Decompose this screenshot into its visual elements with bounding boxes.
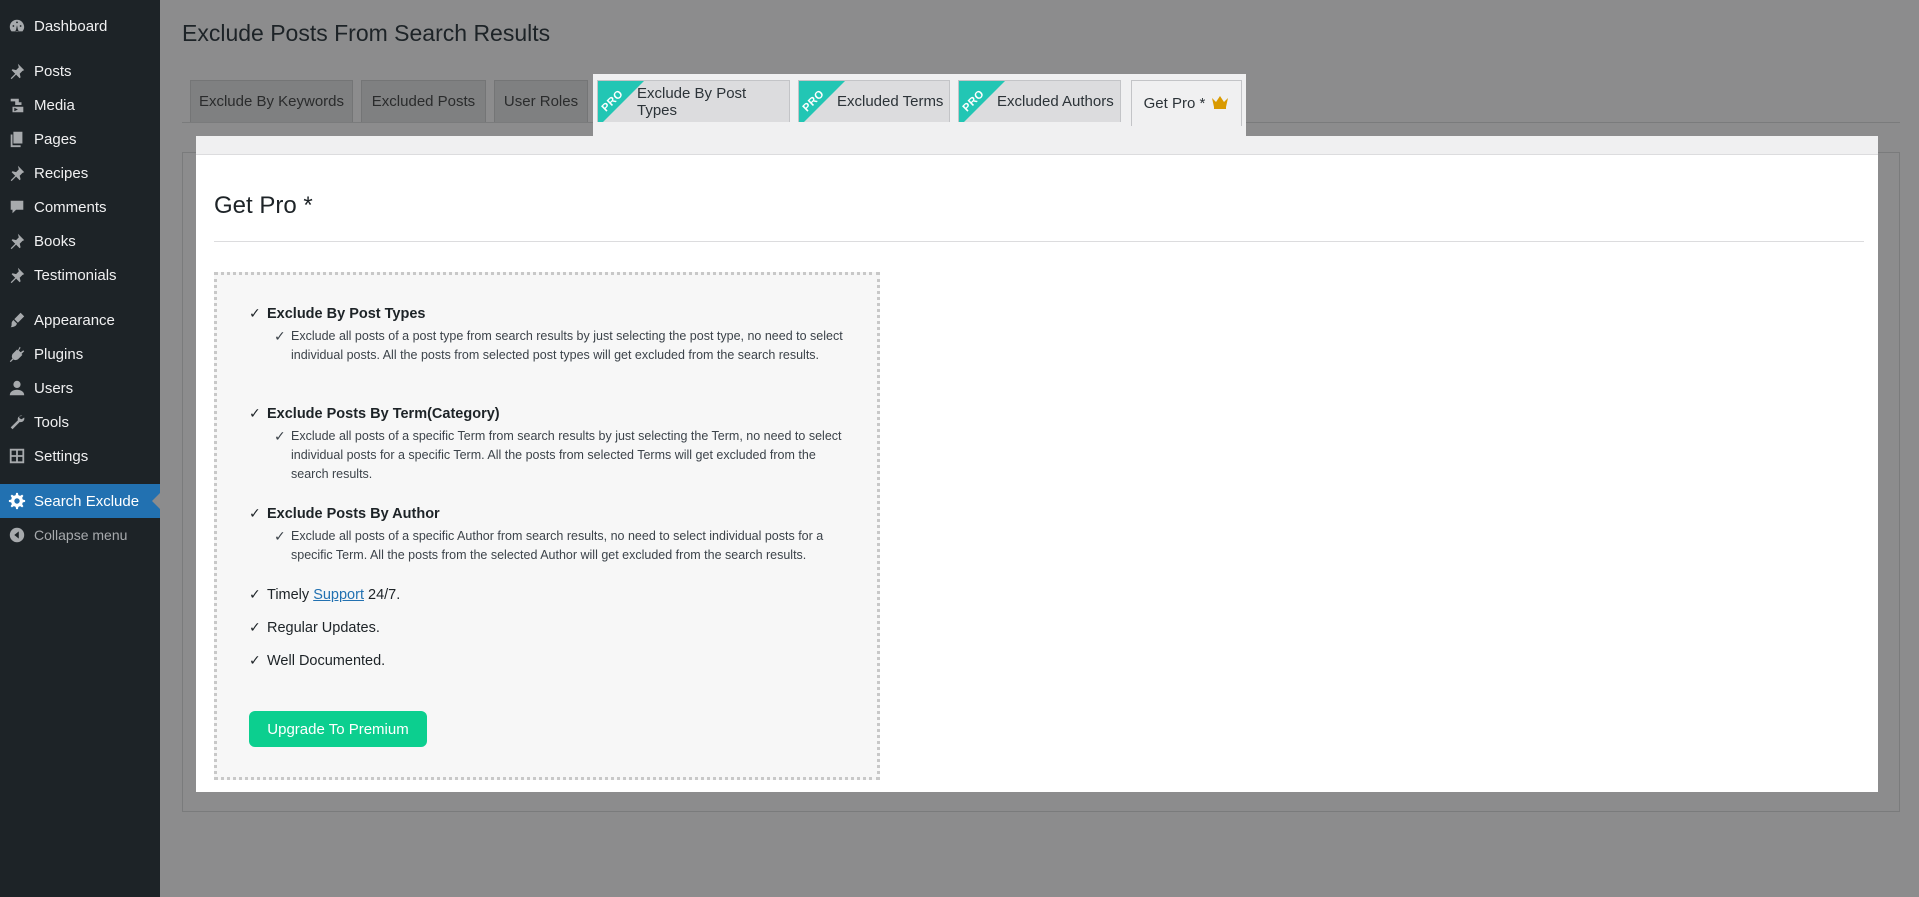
support-link[interactable]: Support — [313, 587, 364, 603]
check-icon: ✓ — [274, 528, 286, 544]
sidebar-item-label: Books — [34, 232, 76, 250]
tab-exclude-by-post-types[interactable]: PRO Exclude By Post Types — [597, 80, 790, 122]
panel-top-strip — [196, 136, 1878, 155]
sidebar-item-label: Comments — [34, 198, 107, 216]
tab-excluded-posts[interactable]: Excluded Posts — [361, 80, 486, 122]
sidebar-item-label: Appearance — [34, 311, 115, 329]
brush-icon — [0, 311, 34, 329]
feature-author-desc: ✓ Exclude all posts of a specific Author… — [274, 527, 854, 565]
panel-divider — [214, 241, 1864, 242]
feature-desc-text: Exclude all posts of a specific Term fro… — [291, 429, 842, 481]
check-icon: ✓ — [249, 652, 261, 668]
user-icon — [0, 379, 34, 397]
panel-title: Get Pro * — [214, 192, 313, 219]
tab-label: Exclude By Keywords — [198, 93, 345, 110]
sidebar-item-comments[interactable]: Comments — [0, 190, 160, 224]
feature-updates: ✓ Regular Updates. — [249, 619, 380, 636]
check-icon: ✓ — [249, 405, 261, 421]
sidebar-item-label: Dashboard — [34, 17, 108, 35]
page-title: Exclude Posts From Search Results — [182, 20, 551, 46]
feature-author: ✓ Exclude Posts By Author — [249, 505, 440, 522]
collapse-menu-label: Collapse menu — [34, 527, 128, 543]
pro-tabs-group: PRO Exclude By Post Types PRO Excluded T… — [593, 74, 1246, 136]
tab-excluded-terms[interactable]: PRO Excluded Terms — [798, 80, 950, 122]
collapse-menu-button[interactable]: Collapse menu — [0, 518, 160, 552]
tab-label: Excluded Authors — [997, 93, 1114, 110]
feature-support: ✓ Timely Support 24/7. — [249, 586, 400, 603]
sidebar-item-media[interactable]: Media — [0, 88, 160, 122]
collapse-icon — [0, 526, 34, 544]
feature-term: ✓ Exclude Posts By Term(Category) — [249, 405, 500, 422]
gear-icon — [0, 492, 34, 510]
sidebar-item-settings[interactable]: Settings — [0, 439, 160, 473]
tab-excluded-authors[interactable]: PRO Excluded Authors — [958, 80, 1121, 122]
feature-documented: ✓ Well Documented. — [249, 652, 385, 669]
pin-icon — [0, 232, 34, 250]
check-icon: ✓ — [274, 328, 286, 344]
feature-title: Exclude By Post Types — [267, 306, 426, 322]
sidebar-item-label: Pages — [34, 130, 77, 148]
tab-label: Exclude By Post Types — [637, 84, 747, 119]
feature-title: Exclude Posts By Author — [267, 506, 440, 522]
sidebar-item-label: Posts — [34, 62, 72, 80]
sidebar-item-dashboard[interactable]: Dashboard — [0, 9, 160, 43]
feature-desc-text: Exclude all posts of a specific Author f… — [291, 529, 824, 562]
sidebar-item-label: Search Exclude — [34, 492, 140, 510]
sidebar-item-label: Recipes — [34, 164, 89, 182]
features-box: ✓ Exclude By Post Types ✓ Exclude all pos… — [214, 272, 880, 780]
tab-label: Excluded Terms — [837, 93, 944, 110]
admin-sidebar: Dashboard Posts Media Pages Recipes Comm… — [0, 0, 160, 897]
sidebar-item-testimonials[interactable]: Testimonials — [0, 258, 160, 292]
tab-exclude-by-keywords[interactable]: Exclude By Keywords — [190, 80, 353, 122]
tab-get-pro[interactable]: Get Pro * — [1131, 80, 1242, 126]
tab-label: Get Pro * — [1143, 95, 1206, 112]
support-suffix: 24/7. — [368, 587, 401, 603]
sidebar-item-search-exclude[interactable]: Search Exclude — [0, 484, 160, 518]
support-prefix: Timely — [267, 587, 310, 603]
upgrade-to-premium-button[interactable]: Upgrade To Premium — [249, 711, 427, 747]
sidebar-item-tools[interactable]: Tools — [0, 405, 160, 439]
check-icon: ✓ — [249, 305, 261, 321]
sidebar-item-posts[interactable]: Posts — [0, 54, 160, 88]
crown-icon — [1211, 95, 1229, 113]
sidebar-item-pages[interactable]: Pages — [0, 122, 160, 156]
sidebar-item-users[interactable]: Users — [0, 371, 160, 405]
feature-post-types-desc: ✓ Exclude all posts of a post type from … — [274, 327, 854, 365]
plug-icon — [0, 345, 34, 363]
media-icon — [0, 96, 34, 114]
wrench-icon — [0, 413, 34, 431]
feature-post-types: ✓ Exclude By Post Types — [249, 305, 425, 322]
settings-icon — [0, 447, 34, 465]
feature-text: Regular Updates. — [267, 620, 380, 636]
feature-text: Well Documented. — [267, 653, 386, 669]
check-icon: ✓ — [249, 619, 261, 635]
sidebar-item-label: Settings — [34, 447, 89, 465]
tab-label: Excluded Posts — [371, 93, 476, 110]
tab-user-roles[interactable]: User Roles — [494, 80, 588, 122]
feature-term-desc: ✓ Exclude all posts of a specific Term f… — [274, 427, 854, 484]
check-icon: ✓ — [249, 505, 261, 521]
sidebar-item-plugins[interactable]: Plugins — [0, 337, 160, 371]
check-icon: ✓ — [249, 586, 261, 602]
pin-icon — [0, 164, 34, 182]
feature-title: Exclude Posts By Term(Category) — [267, 406, 500, 422]
sidebar-item-appearance[interactable]: Appearance — [0, 303, 160, 337]
sidebar-item-recipes[interactable]: Recipes — [0, 156, 160, 190]
sidebar-item-label: Media — [34, 96, 75, 114]
sidebar-item-label: Plugins — [34, 345, 84, 363]
sidebar-item-label: Tools — [34, 413, 70, 431]
sidebar-item-label: Testimonials — [34, 266, 117, 284]
get-pro-panel: Get Pro * ✓ Exclude By Post Types ✓ Exclu… — [196, 136, 1878, 792]
pin-icon — [0, 62, 34, 80]
feature-desc-text: Exclude all posts of a post type from se… — [291, 329, 843, 362]
sidebar-item-books[interactable]: Books — [0, 224, 160, 258]
pages-icon — [0, 130, 34, 148]
check-icon: ✓ — [274, 428, 286, 444]
pin-icon — [0, 266, 34, 284]
sidebar-item-label: Users — [34, 379, 74, 397]
comment-icon — [0, 198, 34, 216]
dashboard-icon — [0, 17, 34, 35]
tab-label: User Roles — [503, 93, 579, 110]
